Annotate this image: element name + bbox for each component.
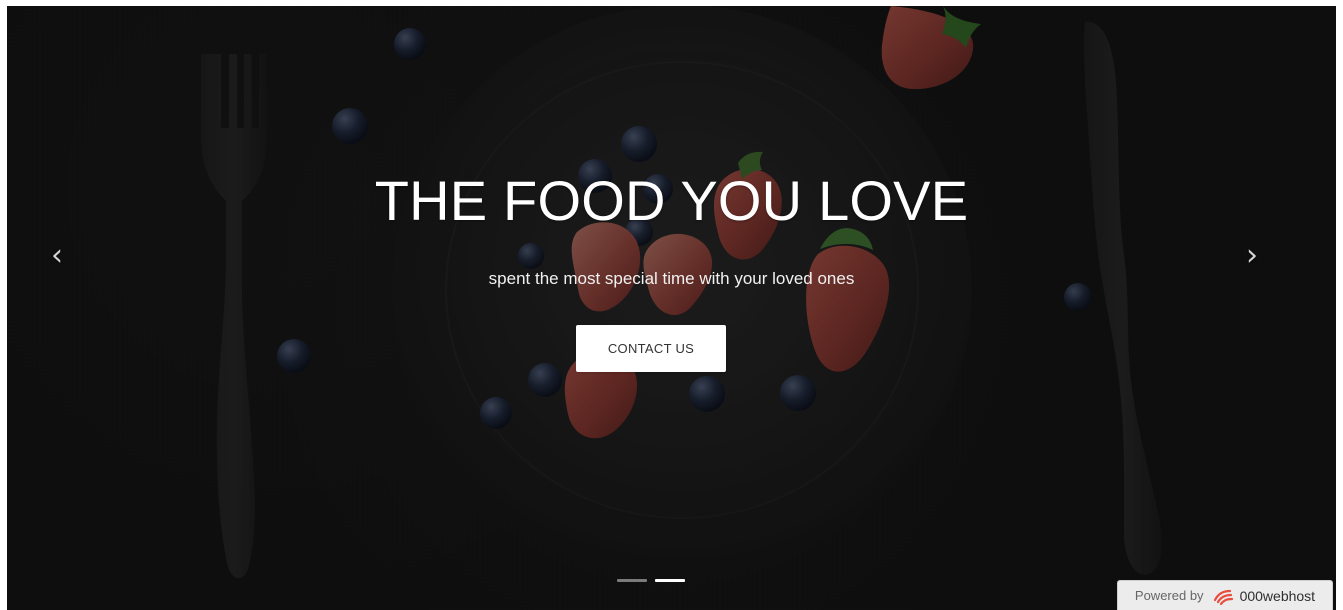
powered-by-badge[interactable]: Powered by 000webhost [1117, 580, 1333, 610]
carousel-indicator-1[interactable] [617, 579, 647, 582]
carousel-indicators [617, 579, 689, 583]
hero-content: THE FOOD YOU LOVE spent the most special… [7, 6, 1336, 610]
chevron-right-icon[interactable]: › [1238, 238, 1266, 274]
webhost-logo-icon [1213, 589, 1233, 605]
contact-us-button[interactable]: CONTACT US [576, 325, 726, 372]
hero-carousel: THE FOOD YOU LOVE spent the most special… [7, 6, 1336, 610]
powered-by-text: Powered by [1134, 588, 1204, 603]
hero-title: THE FOOD YOU LOVE [374, 169, 969, 232]
webpage: THE FOOD YOU LOVE spent the most special… [0, 0, 1343, 610]
carousel-indicator-2[interactable] [655, 579, 685, 582]
hero-subtitle: spent the most special time with your lo… [488, 269, 855, 288]
chevron-left-icon[interactable]: ‹ [43, 238, 71, 274]
webhost-brand-text: 000webhost [1239, 587, 1316, 604]
